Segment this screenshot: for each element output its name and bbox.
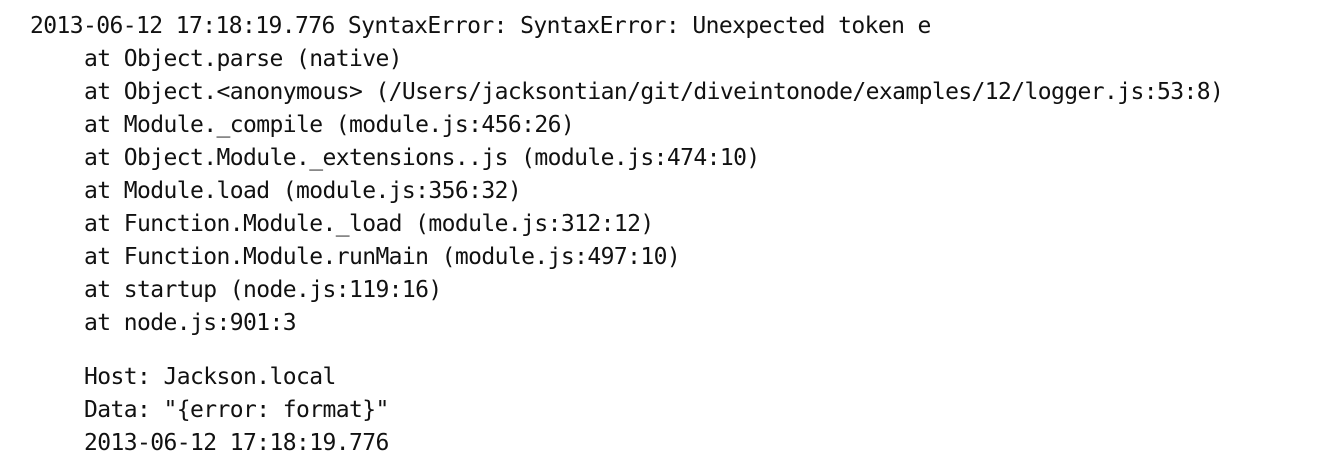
stack-frame: at Module.load (module.js:356:32) bbox=[84, 178, 522, 204]
stack-frame: at Module._compile (module.js:456:26) bbox=[84, 112, 575, 138]
stack-frame: at startup (node.js:119:16) bbox=[84, 277, 442, 303]
error-log: 2013-06-12 17:18:19.776 SyntaxError: Syn… bbox=[30, 10, 1224, 460]
blank-separator bbox=[30, 340, 1223, 361]
stack-frame: at Function.Module.runMain (module.js:49… bbox=[84, 244, 681, 270]
timestamp-line: 2013-06-12 17:18:19.776 bbox=[84, 430, 389, 456]
stack-frame: at Object.Module._extensions..js (module… bbox=[84, 145, 760, 171]
data-line: Data: "{error: format}" bbox=[84, 397, 389, 423]
stack-frame: at Object.<anonymous> (/Users/jacksontia… bbox=[84, 79, 1224, 105]
stack-frame: at Function.Module._load (module.js:312:… bbox=[84, 211, 654, 237]
host-line: Host: Jackson.local bbox=[84, 364, 336, 390]
log-header-line: 2013-06-12 17:18:19.776 SyntaxError: Syn… bbox=[30, 13, 931, 39]
stack-frame: at Object.parse (native) bbox=[84, 46, 403, 72]
stack-frame: at node.js:901:3 bbox=[84, 310, 297, 336]
